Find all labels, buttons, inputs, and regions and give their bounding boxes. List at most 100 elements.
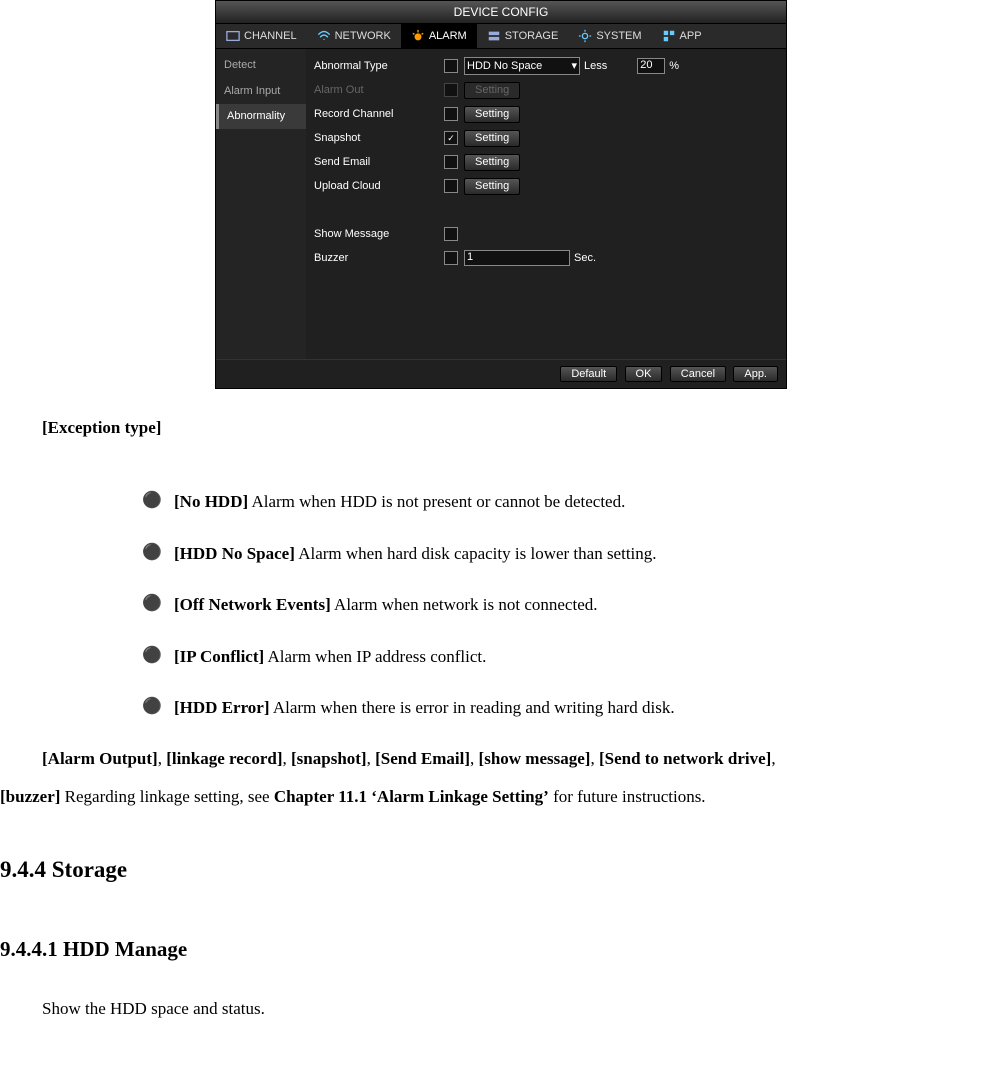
label-less: Less	[584, 60, 607, 73]
dialog-footer: Default OK Cancel App.	[216, 359, 786, 387]
para-bold: [Send Email]	[375, 749, 470, 768]
list-item-text: Alarm when network is not connected.	[331, 595, 598, 614]
select-value: HDD No Space	[467, 60, 542, 73]
label-upload-cloud: Upload Cloud	[314, 180, 444, 193]
linkage-paragraph: [Alarm Output], [linkage record], [snaps…	[0, 740, 1002, 777]
tab-label: NETWORK	[335, 30, 391, 43]
tab-storage[interactable]: STORAGE	[477, 24, 569, 48]
label-percent: %	[669, 60, 679, 73]
sidebar-item-detect[interactable]: Detect	[216, 53, 306, 78]
label-buzzer: Buzzer	[314, 252, 444, 265]
list-item: ⚫ [No HDD] Alarm when HDD is not present…	[142, 483, 1002, 520]
checkbox-buzzer[interactable]	[444, 251, 458, 265]
para-sep: ,	[367, 749, 376, 768]
button-cancel[interactable]: Cancel	[670, 366, 726, 382]
tab-system[interactable]: SYSTEM	[568, 24, 651, 48]
form-area: Abnormal Type HDD No Space ▾ Less 20 % A…	[306, 49, 786, 359]
wifi-icon	[317, 29, 331, 43]
list-item-text: Alarm when there is error in reading and…	[270, 698, 675, 717]
para-sep: ,	[771, 749, 775, 768]
button-send-email-setting[interactable]: Setting	[464, 154, 520, 171]
para-sep: ,	[283, 749, 292, 768]
list-item-bold: [HDD Error]	[174, 698, 270, 717]
tab-label: APP	[680, 30, 702, 43]
sidebar-item-abnormality[interactable]: Abnormality	[216, 104, 306, 129]
sidebar: Detect Alarm Input Abnormality	[216, 49, 306, 359]
list-item: ⚫ [HDD Error] Alarm when there is error …	[142, 689, 1002, 726]
list-item-text: Alarm when HDD is not present or cannot …	[248, 492, 625, 511]
list-item-bold: [IP Conflict]	[174, 647, 264, 666]
checkbox-alarm-out	[444, 83, 458, 97]
list-item: ⚫ [Off Network Events] Alarm when networ…	[142, 586, 1002, 623]
list-item-bold: [Off Network Events]	[174, 595, 331, 614]
chevron-down-icon: ▾	[571, 60, 577, 73]
heading-hdd-manage: 9.4.4.1 HDD Manage	[0, 926, 1002, 972]
heading-storage: 9.4.4 Storage	[0, 845, 1002, 896]
checkbox-snapshot[interactable]: ✓	[444, 131, 458, 145]
para-bold: [linkage record]	[166, 749, 282, 768]
gear-icon	[578, 29, 592, 43]
para-bold: [snapshot]	[291, 749, 367, 768]
tab-alarm[interactable]: ALARM	[401, 24, 477, 48]
label-sec: Sec.	[574, 252, 596, 265]
checkbox-abnormal-type[interactable]	[444, 59, 458, 73]
para-bold: [buzzer]	[0, 787, 60, 806]
hdd-text: Show the HDD space and status.	[0, 990, 1002, 1027]
button-ok[interactable]: OK	[625, 366, 663, 382]
para-text: for future instructions.	[549, 787, 706, 806]
button-record-channel-setting[interactable]: Setting	[464, 106, 520, 123]
para-bold: [Send to network drive]	[599, 749, 771, 768]
button-default[interactable]: Default	[560, 366, 617, 382]
bullet-icon: ⚫	[142, 483, 174, 520]
button-upload-cloud-setting[interactable]: Setting	[464, 178, 520, 195]
label-show-message: Show Message	[314, 228, 444, 241]
bullet-icon: ⚫	[142, 638, 174, 675]
list-item-bold: [HDD No Space]	[174, 544, 295, 563]
window-title: DEVICE CONFIG	[216, 1, 786, 24]
para-sep: ,	[590, 749, 599, 768]
tab-label: CHANNEL	[244, 30, 297, 43]
device-config-window: DEVICE CONFIG CHANNEL NETWORK ALARM	[215, 0, 787, 389]
storage-icon	[487, 29, 501, 43]
label-alarm-out: Alarm Out	[314, 84, 444, 97]
button-app[interactable]: App.	[733, 366, 778, 382]
tab-app[interactable]: APP	[652, 24, 712, 48]
select-abnormal-type[interactable]: HDD No Space ▾	[464, 57, 580, 75]
label-snapshot: Snapshot	[314, 132, 444, 145]
button-snapshot-setting[interactable]: Setting	[464, 130, 520, 147]
tab-label: STORAGE	[505, 30, 559, 43]
para-sep: ,	[158, 749, 167, 768]
bullet-icon: ⚫	[142, 586, 174, 623]
input-buzzer-value[interactable]: 1	[464, 250, 570, 266]
button-alarm-out-setting: Setting	[464, 82, 520, 99]
para-bold: Chapter 11.1 ‘Alarm Linkage Setting’	[274, 787, 549, 806]
checkbox-send-email[interactable]	[444, 155, 458, 169]
para-text: Regarding linkage setting, see	[60, 787, 273, 806]
tab-network[interactable]: NETWORK	[307, 24, 401, 48]
label-record-channel: Record Channel	[314, 108, 444, 121]
app-icon	[662, 29, 676, 43]
bullet-icon: ⚫	[142, 689, 174, 726]
exception-type-list: ⚫ [No HDD] Alarm when HDD is not present…	[0, 483, 1002, 726]
heading-exception-type: [Exception type]	[42, 418, 161, 437]
list-item-text: Alarm when hard disk capacity is lower t…	[295, 544, 657, 563]
linkage-paragraph-line2: [buzzer] Regarding linkage setting, see …	[0, 778, 1002, 815]
para-sep: ,	[470, 749, 479, 768]
list-item: ⚫ [IP Conflict] Alarm when IP address co…	[142, 638, 1002, 675]
para-bold: [show message]	[479, 749, 591, 768]
sidebar-item-alarm-input[interactable]: Alarm Input	[216, 79, 306, 104]
tab-channel[interactable]: CHANNEL	[216, 24, 307, 48]
checkbox-upload-cloud[interactable]	[444, 179, 458, 193]
list-item: ⚫ [HDD No Space] Alarm when hard disk ca…	[142, 535, 1002, 572]
checkbox-record-channel[interactable]	[444, 107, 458, 121]
checkbox-show-message[interactable]	[444, 227, 458, 241]
para-bold: [Alarm Output]	[42, 749, 158, 768]
alarm-icon	[411, 29, 425, 43]
list-item-text: Alarm when IP address conflict.	[264, 647, 486, 666]
main-tabs: CHANNEL NETWORK ALARM STORAGE	[216, 24, 786, 49]
label-abnormal-type: Abnormal Type	[314, 60, 444, 73]
label-send-email: Send Email	[314, 156, 444, 169]
channel-icon	[226, 29, 240, 43]
list-item-bold: [No HDD]	[174, 492, 248, 511]
input-less-value[interactable]: 20	[637, 58, 665, 74]
